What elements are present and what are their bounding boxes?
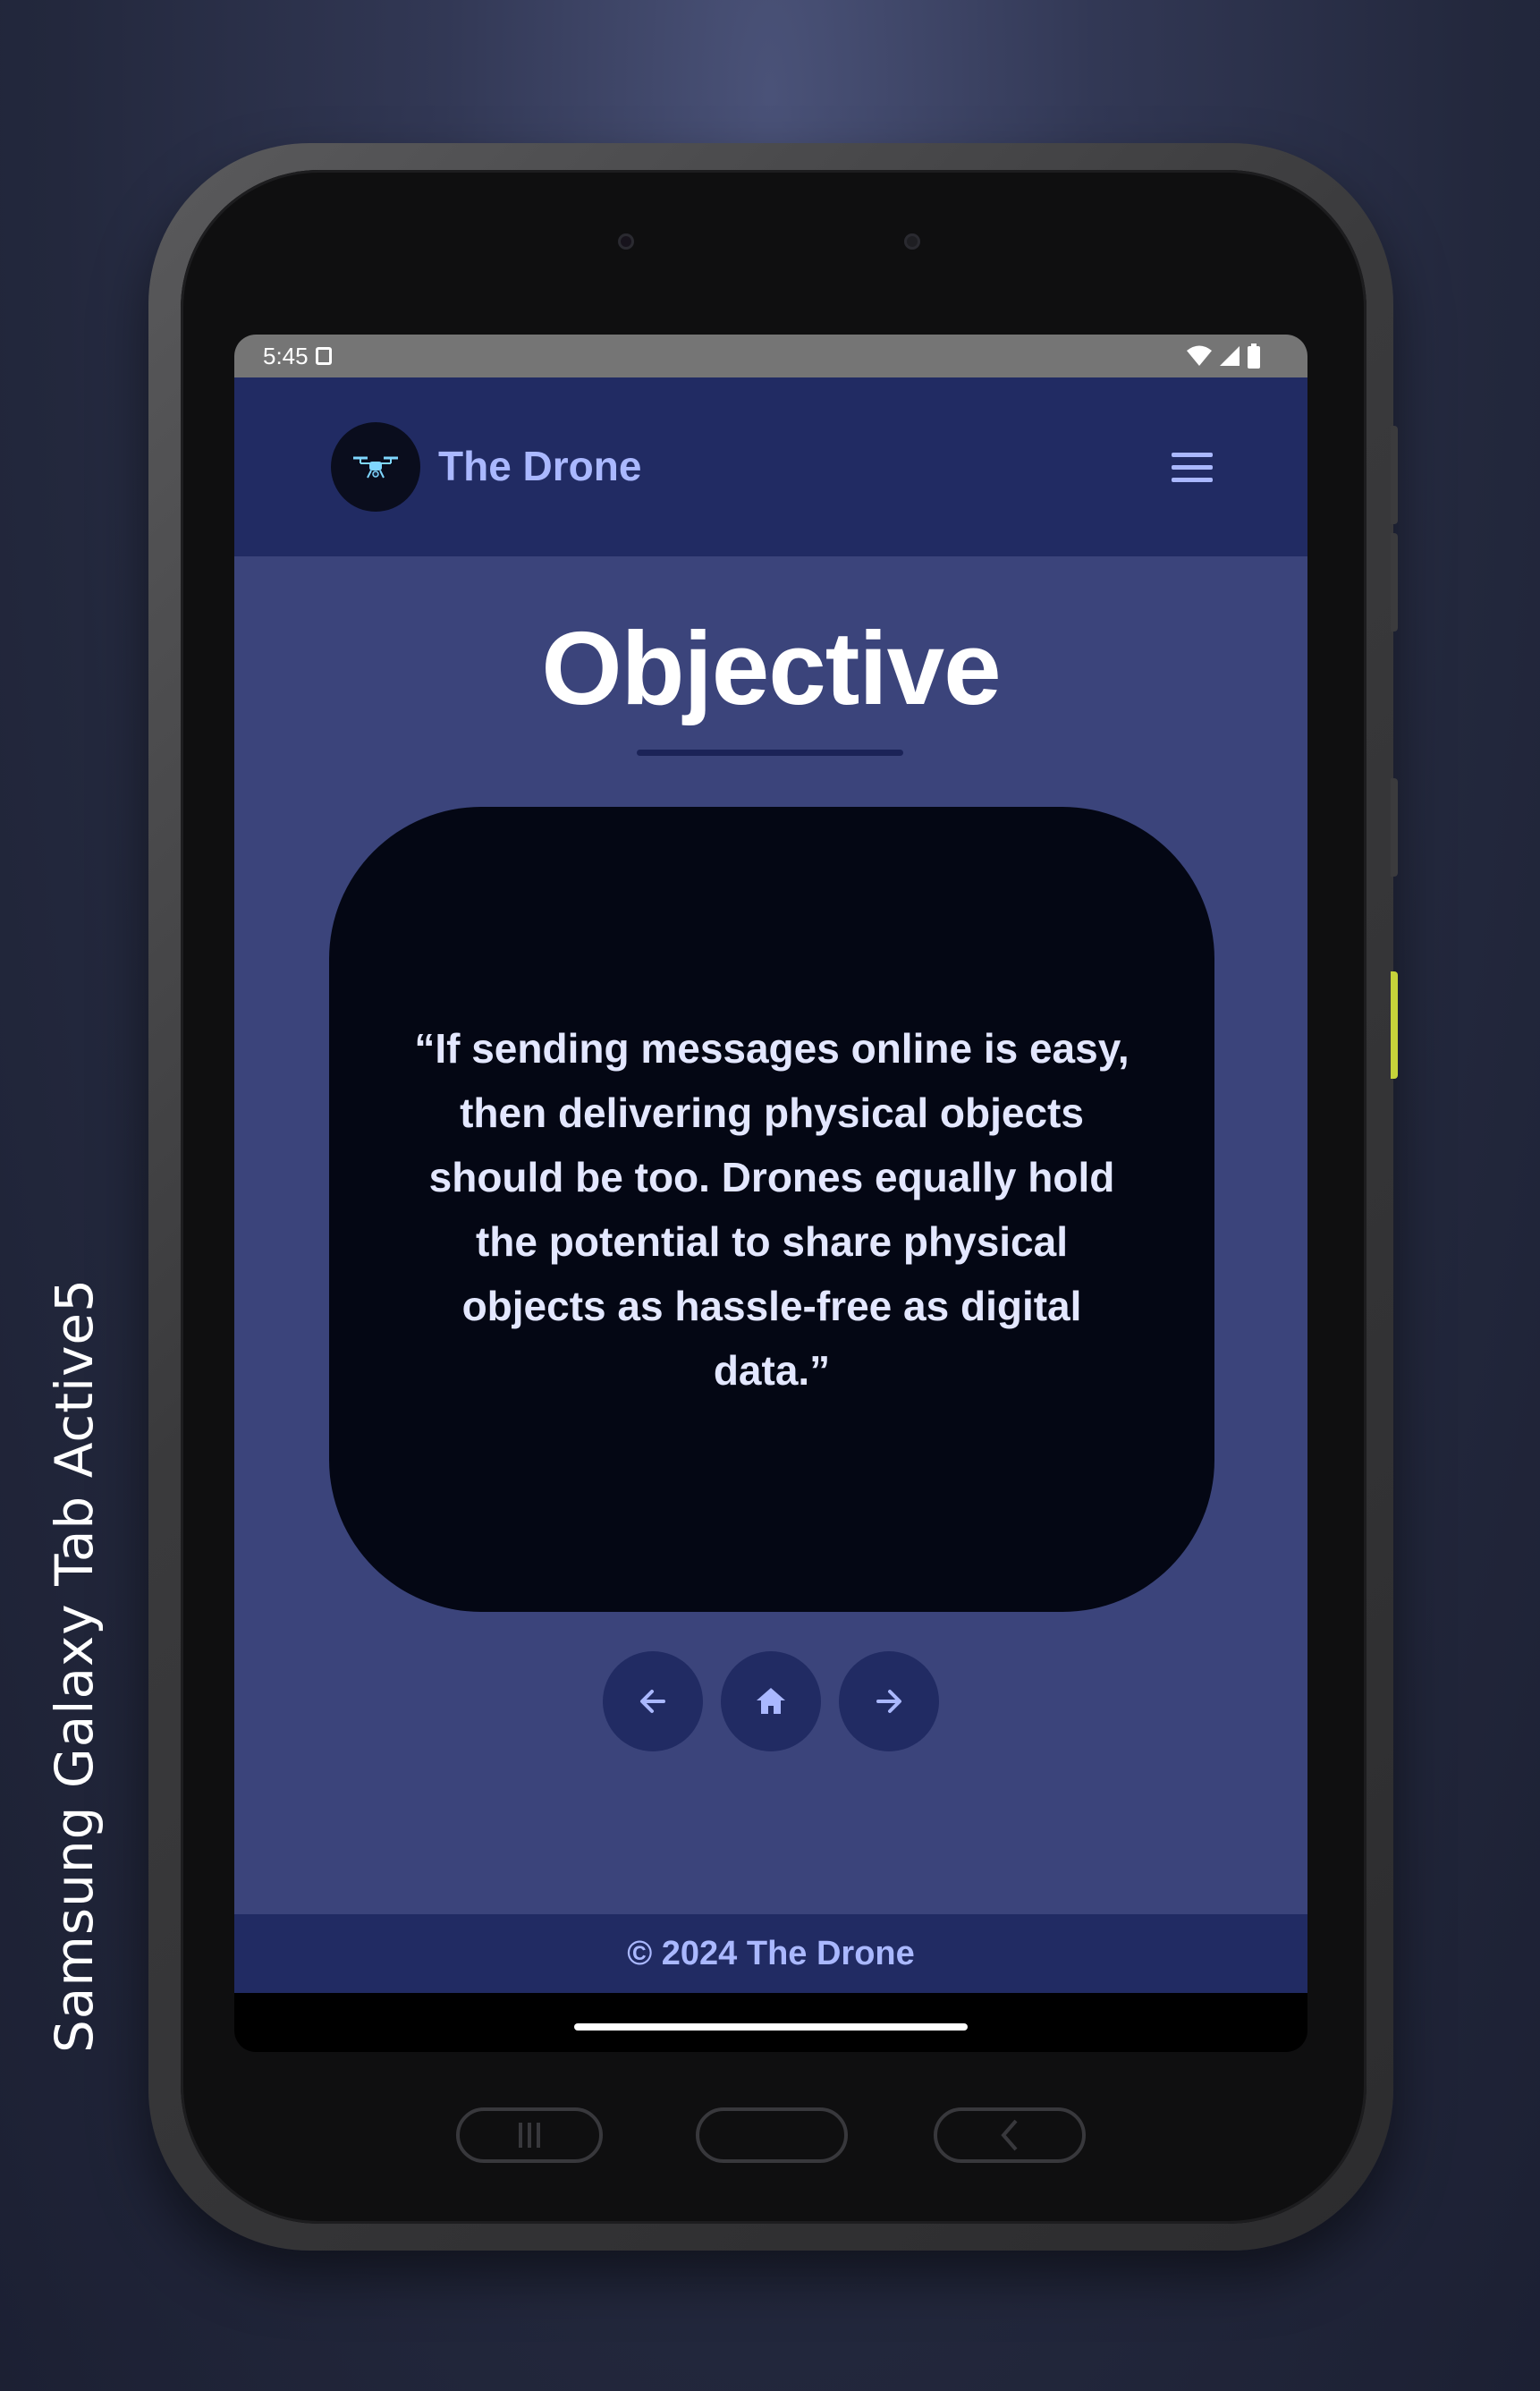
status-time: 5:45 [263,342,309,369]
battery-icon [1248,343,1260,369]
previous-button[interactable] [603,1651,703,1751]
volume-down-button [1391,778,1398,877]
status-icons [1186,343,1261,369]
power-button [1391,426,1398,524]
quote-text: “If sending messages online is easy, the… [414,1025,1130,1394]
back-icon [1001,2119,1018,2151]
signal-icon [1220,346,1240,366]
site-footer: © 2024 The Drone [234,1914,1307,1993]
quote-card: “If sending messages online is easy, the… [329,807,1214,1612]
wifi-icon [1187,345,1212,366]
page-title: Objective [541,610,1001,726]
home-button[interactable] [721,1651,821,1751]
site-title[interactable]: The Drone [438,442,641,490]
title-underline [637,750,903,756]
drone-logo-icon[interactable] [331,422,420,512]
gesture-navigation-bar[interactable] [574,2023,968,2031]
front-camera-icon [904,233,920,250]
home-key[interactable] [696,2107,848,2163]
arrow-right-icon [876,1690,901,1713]
arrow-left-icon [640,1690,665,1713]
screen: 5:45 The Drone Objective “If sending mes… [234,335,1307,2052]
device-brand-text: Samsung Galaxy Tab Active5 [44,1277,105,2054]
back-key[interactable] [934,2107,1086,2163]
active-key [1391,971,1398,1079]
screenshot-notification-icon [315,347,332,365]
footer-copyright: © 2024 The Drone [627,1934,915,1972]
status-bar: 5:45 [234,335,1307,377]
recent-apps-icon [519,2123,540,2148]
main-content: Objective “If sending messages online is… [234,556,1307,1914]
page-navigation [603,1651,939,1751]
light-sensor-icon [618,233,634,250]
volume-up-button [1391,533,1398,632]
home-icon [757,1688,785,1714]
site-header: The Drone [234,377,1307,556]
recent-apps-key[interactable] [456,2107,603,2163]
next-button[interactable] [839,1651,939,1751]
hamburger-menu-icon[interactable] [1164,444,1220,490]
